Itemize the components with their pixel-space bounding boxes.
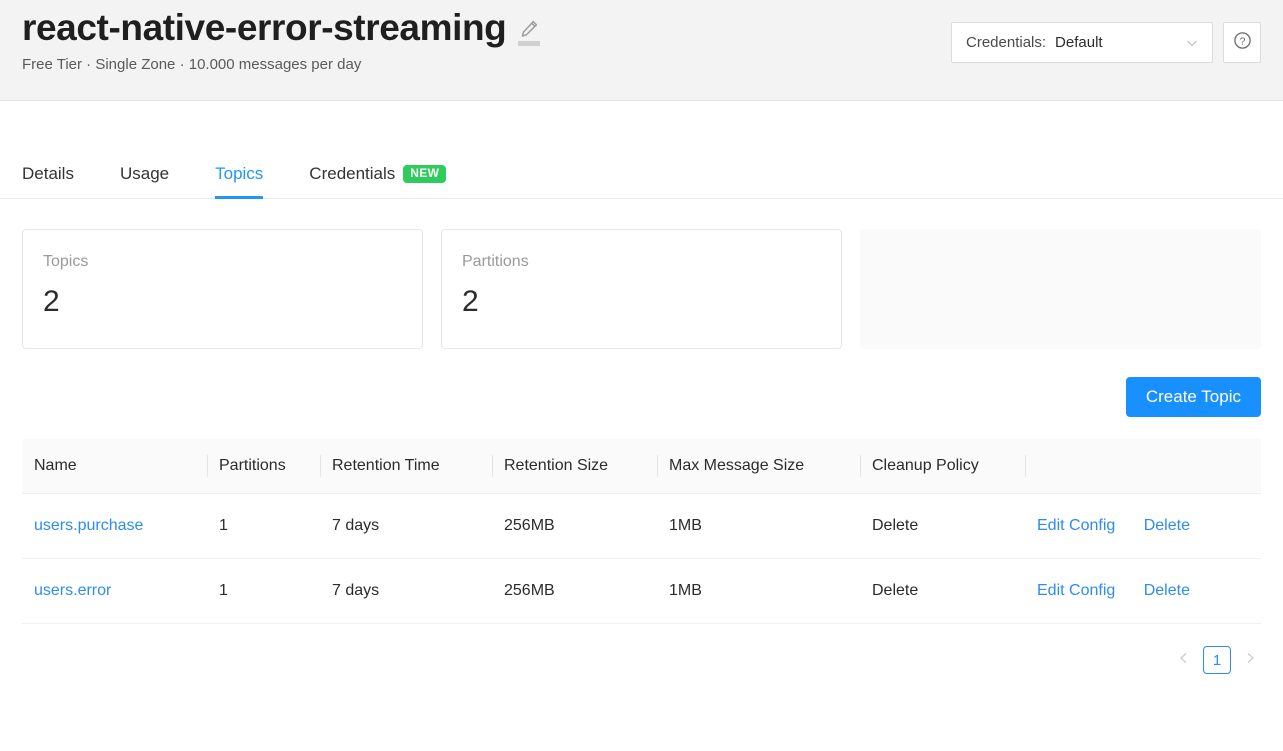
edit-underline [518,41,540,46]
stat-card-topics-value: 2 [43,285,402,319]
page-subtitle: Free Tier · Single Zone · 10.000 message… [22,55,540,75]
tab-usage[interactable]: Usage [120,164,169,198]
tab-details[interactable]: Details [22,164,74,198]
table-header-row: Name Partitions Retention Time Retention… [22,439,1261,494]
pagination-next-button[interactable] [1239,647,1261,673]
topics-table-head: Name Partitions Retention Time Retention… [22,439,1261,494]
table-row: users.error 1 7 days 256MB 1MB Delete Ed… [22,559,1261,624]
cell-actions: Edit Config Delete [1025,494,1261,559]
tab-credentials-label: Credentials [309,164,395,184]
chevron-right-icon [1243,651,1257,670]
tab-details-label: Details [22,164,74,184]
stat-card-partitions: Partitions 2 [441,229,842,349]
cell-max-message-size: 1MB [657,494,860,559]
page-header: react-native-error-streaming Free Tier ·… [0,0,1283,101]
delete-link[interactable]: Delete [1144,517,1190,534]
pagination-prev-button[interactable] [1173,647,1195,673]
cell-partitions: 1 [207,559,320,624]
page-header-left: react-native-error-streaming Free Tier ·… [22,0,540,75]
tab-topics-label: Topics [215,164,263,184]
topic-link[interactable]: users.error [34,582,111,599]
tab-topics[interactable]: Topics [215,164,263,198]
chevron-left-icon [1177,651,1191,670]
topics-table: Name Partitions Retention Time Retention… [22,439,1261,624]
edit-config-link[interactable]: Edit Config [1037,582,1115,599]
topics-table-wrapper: Name Partitions Retention Time Retention… [0,439,1283,624]
delete-link[interactable]: Delete [1144,582,1190,599]
question-circle-icon: ? [1232,30,1253,56]
column-header-actions [1025,439,1261,494]
create-topic-button[interactable]: Create Topic [1126,377,1261,417]
page-title: react-native-error-streaming [22,6,506,50]
stat-card-partitions-value: 2 [462,285,821,319]
stat-card-partitions-label: Partitions [462,252,821,272]
cell-partitions: 1 [207,494,320,559]
edit-title-button[interactable] [518,11,540,46]
action-bar: Create Topic [0,377,1283,417]
cell-retention-time: 7 days [320,559,492,624]
chevron-down-icon [1184,35,1200,51]
cell-name: users.purchase [22,494,207,559]
stat-card-placeholder [860,229,1261,349]
cell-retention-size: 256MB [492,559,657,624]
column-header-name: Name [22,439,207,494]
topics-table-body: users.purchase 1 7 days 256MB 1MB Delete… [22,494,1261,624]
stat-card-topics-label: Topics [43,252,402,272]
help-button[interactable]: ? [1223,22,1261,63]
tab-credentials[interactable]: Credentials NEW [309,164,446,198]
column-header-max-message-size: Max Message Size [657,439,860,494]
table-row: users.purchase 1 7 days 256MB 1MB Delete… [22,494,1261,559]
cell-retention-time: 7 days [320,494,492,559]
credentials-label: Credentials: [966,34,1046,51]
pencil-icon [519,19,539,39]
credentials-value: Default [1055,34,1103,51]
svg-text:?: ? [1239,35,1245,47]
page-header-right: Credentials: Default ? [951,22,1261,63]
stat-card-topics: Topics 2 [22,229,423,349]
column-header-cleanup-policy: Cleanup Policy [860,439,1025,494]
cell-cleanup-policy: Delete [860,559,1025,624]
column-header-retention-time: Retention Time [320,439,492,494]
column-header-retention-size: Retention Size [492,439,657,494]
cell-retention-size: 256MB [492,494,657,559]
tab-usage-label: Usage [120,164,169,184]
edit-config-link[interactable]: Edit Config [1037,517,1115,534]
cell-max-message-size: 1MB [657,559,860,624]
pagination: 1 [0,646,1283,674]
stat-cards: Topics 2 Partitions 2 [0,229,1283,349]
new-badge: NEW [403,165,446,183]
credentials-select[interactable]: Credentials: Default [951,22,1213,63]
pagination-page-1[interactable]: 1 [1203,646,1231,674]
cell-actions: Edit Config Delete [1025,559,1261,624]
topic-link[interactable]: users.purchase [34,517,143,534]
cell-cleanup-policy: Delete [860,494,1025,559]
tab-bar: Details Usage Topics Credentials NEW [0,151,1283,199]
column-header-partitions: Partitions [207,439,320,494]
title-row: react-native-error-streaming [22,6,540,50]
cell-name: users.error [22,559,207,624]
